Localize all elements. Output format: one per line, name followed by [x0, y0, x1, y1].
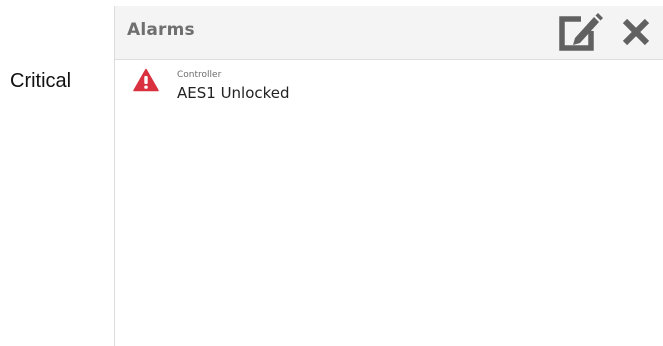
edit-button[interactable] [557, 10, 603, 54]
warning-triangle-icon [133, 68, 159, 92]
page: Critical Alarms Controller AES1 Unlocked [0, 0, 663, 346]
alarm-source: Controller [177, 70, 222, 80]
severity-label: Critical [10, 70, 72, 92]
edit-icon [559, 13, 603, 51]
alarm-item[interactable]: Controller AES1 Unlocked [115, 60, 663, 116]
alarm-list: Controller AES1 Unlocked [115, 60, 663, 116]
panel-title: Alarms [127, 20, 195, 40]
panel-header: Alarms [115, 6, 663, 60]
alarms-panel: Alarms Controller AES1 Unlocked [114, 6, 663, 346]
close-button[interactable] [613, 10, 659, 54]
close-icon [622, 18, 650, 46]
alarm-message: AES1 Unlocked [177, 84, 290, 102]
